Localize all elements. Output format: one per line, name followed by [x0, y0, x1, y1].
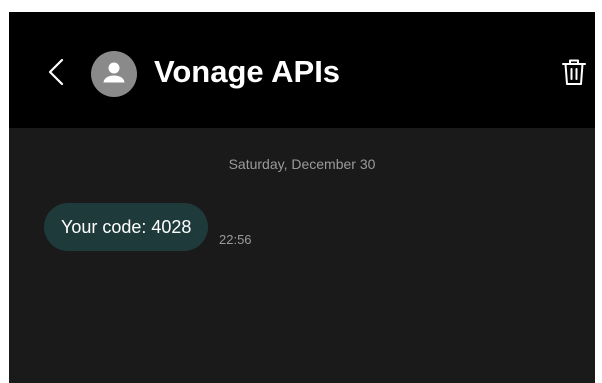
date-separator: Saturday, December 30: [228, 156, 376, 172]
trash-icon: [562, 59, 586, 85]
back-button[interactable]: [43, 56, 69, 88]
message-timestamp: 22:56: [219, 232, 252, 247]
message-bubble[interactable]: Your code: 4028: [44, 203, 209, 251]
contact-avatar[interactable]: [91, 51, 137, 97]
chevron-left-icon: [48, 58, 64, 86]
messaging-screen: Vonage APIs Saturday, December 30 Your c…: [9, 12, 595, 383]
delete-button[interactable]: [560, 56, 588, 88]
conversation-header: Vonage APIs: [9, 12, 595, 128]
contact-name[interactable]: Vonage APIs: [154, 52, 340, 92]
person-icon: [103, 62, 125, 83]
